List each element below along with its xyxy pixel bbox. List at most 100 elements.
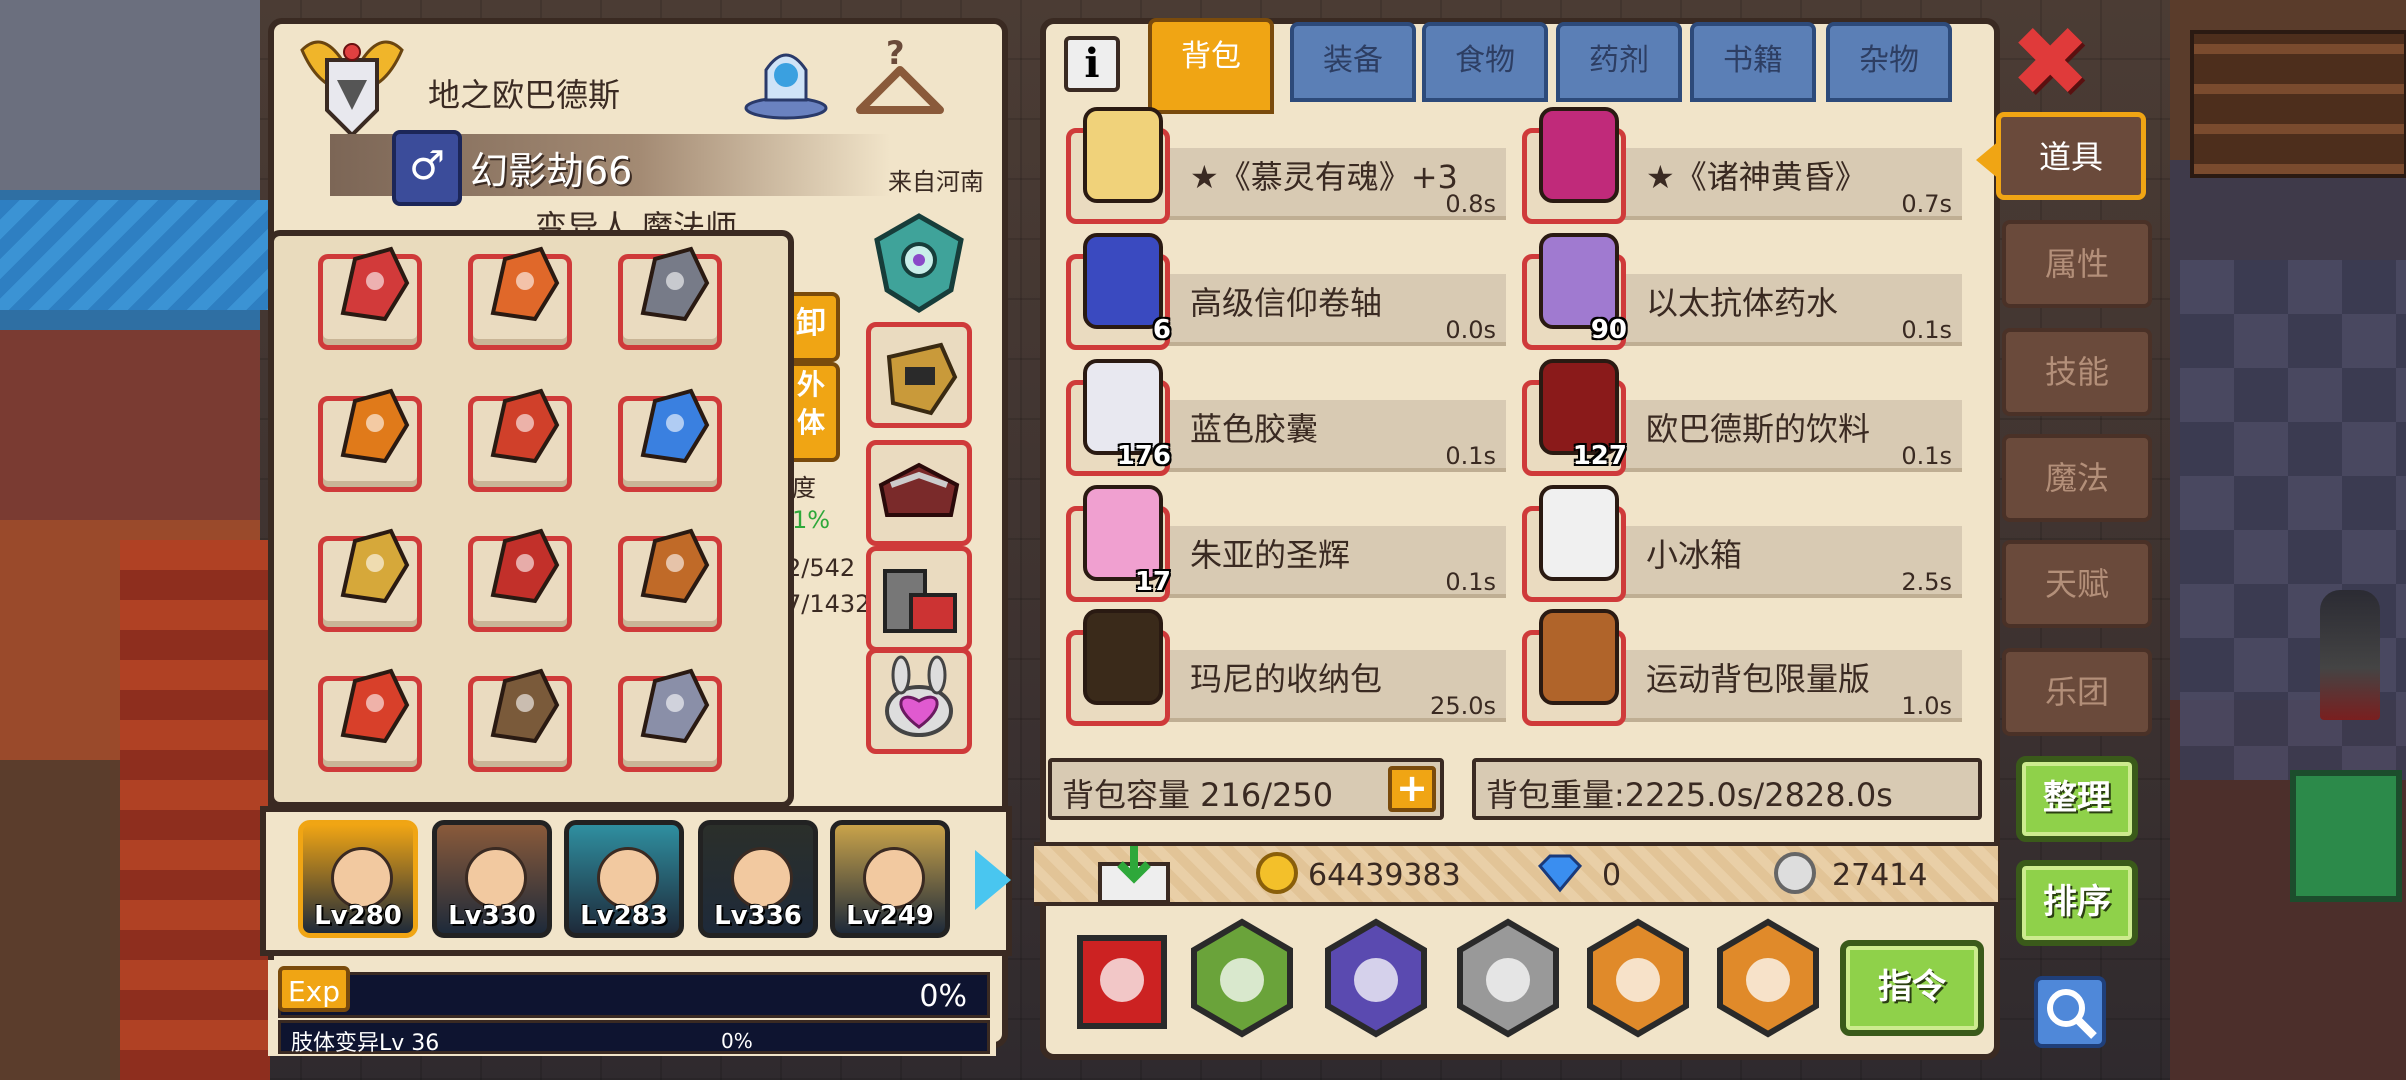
eye-ring-icon[interactable]	[1320, 916, 1432, 1040]
bag-item-slot	[1066, 609, 1170, 726]
equip-slot[interactable]	[618, 528, 722, 632]
side-tab[interactable]: 乐团	[2002, 648, 2152, 736]
gold-coin-icon	[1256, 852, 1298, 894]
bag-item[interactable]: 运动背包限量版 1.0s	[1522, 609, 1962, 728]
stat-label-partial: 度	[792, 474, 816, 502]
equip-slot[interactable]	[468, 668, 572, 772]
fire-feather-icon	[490, 388, 560, 464]
bag-item-info: ★《诸神黄昏》 0.7s	[1622, 148, 1962, 220]
equip-slot[interactable]	[318, 528, 422, 632]
bag-item[interactable]: ★《诸神黄昏》 0.7s	[1522, 107, 1962, 226]
sort-button[interactable]: 整理	[2016, 756, 2138, 842]
bag-item-slot: 17	[1066, 485, 1171, 602]
info-button[interactable]: i	[1064, 36, 1120, 92]
side-tab[interactable]: 道具	[1996, 112, 2146, 200]
knight-statue	[2320, 590, 2380, 720]
bag-item[interactable]: 蓝色胶囊 0.1s 176	[1066, 359, 1506, 478]
stat-percent-partial: 1%	[792, 506, 831, 534]
star-icon[interactable]	[1452, 916, 1564, 1040]
equip-slot-charm[interactable]	[866, 648, 972, 754]
bag-item-info: 高级信仰卷轴 0.0s	[1166, 274, 1506, 346]
equip-slot-crest[interactable]	[866, 210, 972, 316]
bag-tab[interactable]: 装备	[1290, 22, 1416, 102]
bag-item[interactable]: 玛尼的收纳包 25.0s	[1066, 609, 1506, 728]
heart-bunny-icon	[885, 655, 953, 737]
side-tab[interactable]: 魔法	[2002, 434, 2152, 522]
help-hanger-icon[interactable]: ?	[852, 30, 948, 126]
search-button[interactable]	[2034, 976, 2106, 1048]
side-tab[interactable]: 技能	[2002, 328, 2152, 416]
bag-item-slot: 6	[1066, 233, 1171, 350]
bag-item-name: 蓝色胶囊	[1190, 410, 1319, 448]
next-arrow-icon[interactable]	[975, 850, 1011, 910]
gold-amount: 64439383	[1308, 858, 1461, 893]
bag-tab[interactable]: 书籍	[1690, 22, 1816, 102]
command-button[interactable]: 指令	[1840, 940, 1984, 1036]
bag-item-info: 蓝色胶囊 0.1s	[1166, 400, 1506, 472]
bag-item[interactable]: 欧巴德斯的饮料 0.1s 127	[1522, 359, 1962, 478]
bag-tab[interactable]: 药剂	[1556, 22, 1682, 102]
equip-slot[interactable]	[468, 246, 572, 350]
hero-face-icon	[331, 847, 393, 909]
bag-item-slot	[1522, 609, 1626, 726]
silver-amount: 27414	[1832, 858, 1928, 893]
equip-slot[interactable]	[468, 388, 572, 492]
mech-wings-icon	[640, 668, 710, 744]
bag-tab[interactable]: 食物	[1422, 22, 1548, 102]
bag-item-slot	[1066, 107, 1170, 224]
crystal-pedestal-icon[interactable]	[738, 30, 834, 126]
bag-item[interactable]: 朱亚的圣辉 0.1s 17	[1066, 485, 1506, 604]
bag-item[interactable]: 小冰箱 2.5s	[1522, 485, 1962, 604]
bag-item-name: 玛尼的收纳包	[1190, 660, 1383, 698]
winged-crest-icon	[300, 40, 404, 138]
hero-face-icon	[465, 847, 527, 909]
equip-slot-boots[interactable]	[866, 546, 972, 652]
equip-slot[interactable]	[318, 668, 422, 772]
bag-tab[interactable]: 背包	[1148, 18, 1274, 114]
hero-portrait[interactable]: Lv336	[698, 820, 818, 938]
bag-item-slot: 176	[1066, 359, 1171, 476]
claw-slash-icon[interactable]	[1582, 916, 1694, 1040]
bag-item-info: ★《慕灵有魂》+3 0.8s	[1166, 148, 1506, 220]
bag-tab[interactable]: 杂物	[1826, 22, 1952, 102]
equip-slot[interactable]	[318, 388, 422, 492]
equip-slot[interactable]	[618, 668, 722, 772]
equip-slot[interactable]	[468, 528, 572, 632]
dice-icon[interactable]	[1066, 916, 1178, 1040]
expand-capacity-button[interactable]: +	[1388, 766, 1436, 812]
hero-portrait[interactable]: Lv280	[298, 820, 418, 938]
side-tab[interactable]: 天赋	[2002, 540, 2152, 628]
svg-text:?: ?	[886, 34, 905, 72]
download-tray-icon[interactable]	[1094, 842, 1174, 906]
hero-face-icon	[597, 847, 659, 909]
diamond-amount: 0	[1602, 858, 1622, 893]
equip-slot-gauntlet[interactable]	[866, 322, 972, 428]
bag-item[interactable]: ★《慕灵有魂》+3 0.8s	[1066, 107, 1506, 226]
equip-slot[interactable]	[618, 246, 722, 350]
bag-item-info: 运动背包限量版 1.0s	[1622, 650, 1962, 722]
equip-slot-collar[interactable]	[866, 440, 972, 546]
bag-item-name: ★《慕灵有魂》+3	[1190, 158, 1458, 196]
close-icon[interactable]: ✖	[2010, 14, 2090, 110]
bag-item[interactable]: 以太抗体药水 0.1s 90	[1522, 233, 1962, 352]
crimson-bow-icon	[340, 246, 410, 322]
pinwheel-icon[interactable]	[1712, 916, 1824, 1040]
equip-slot[interactable]	[618, 388, 722, 492]
bookshelf	[2190, 30, 2406, 178]
mutation-progress-bar: 肢体变异Lv 36 0%	[278, 1020, 990, 1056]
equip-slot[interactable]	[318, 246, 422, 350]
bag-item-weight: 25.0s	[1430, 692, 1496, 720]
gender-badge: ♂	[392, 130, 462, 206]
gold-gauntlet-icon	[340, 528, 410, 604]
side-tab[interactable]: 属性	[2002, 220, 2152, 308]
bag-item-slot	[1522, 485, 1626, 602]
hero-portrait[interactable]: Lv283	[564, 820, 684, 938]
hero-portrait[interactable]: Lv330	[432, 820, 552, 938]
bag-item-name: 以太抗体药水	[1646, 284, 1839, 322]
sneaker-icon	[640, 528, 710, 604]
order-button[interactable]: 排序	[2016, 860, 2138, 946]
hero-portrait[interactable]: Lv249	[830, 820, 950, 938]
bag-item-name: 小冰箱	[1646, 536, 1743, 574]
bag-item[interactable]: 高级信仰卷轴 0.0s 6	[1066, 233, 1506, 352]
halberd-icon[interactable]	[1186, 916, 1298, 1040]
